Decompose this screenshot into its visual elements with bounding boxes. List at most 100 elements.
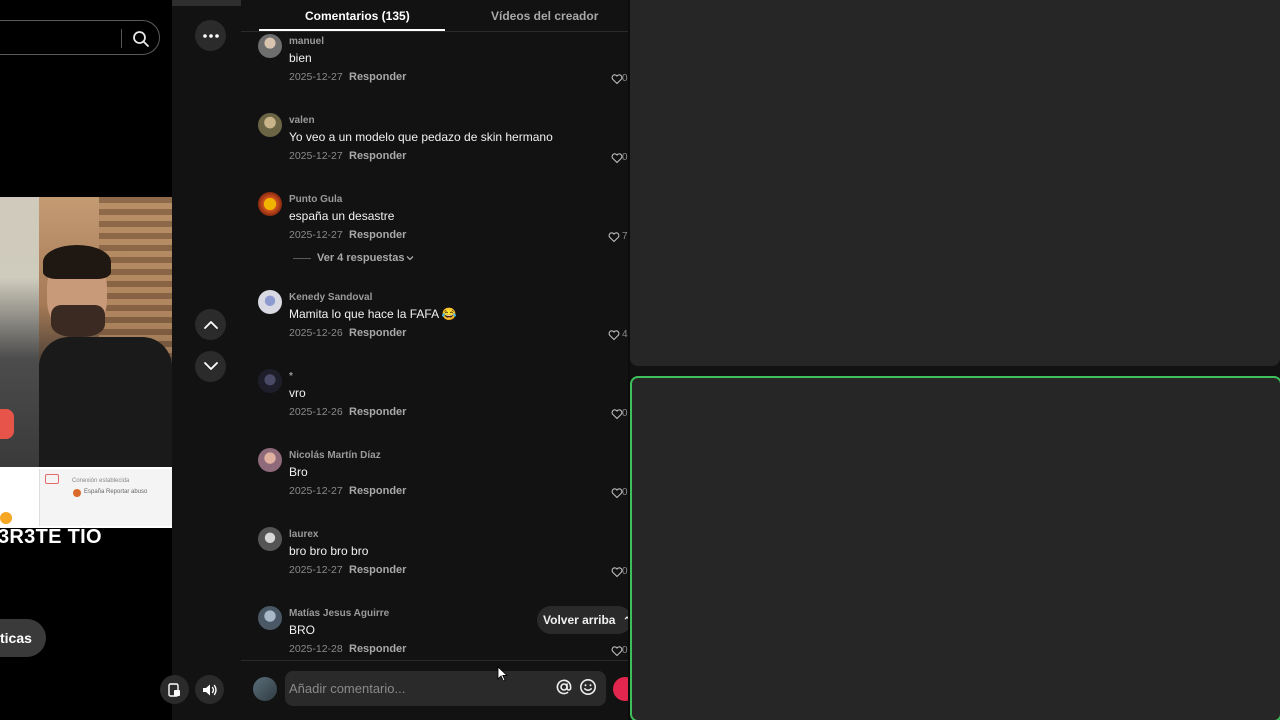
statistics-button[interactable]: ticas <box>0 619 46 657</box>
avatar[interactable] <box>258 113 282 137</box>
composer-divider <box>241 660 628 661</box>
heart-icon[interactable] <box>608 231 620 243</box>
comment-date: 2025-12-26 <box>289 406 343 418</box>
reply-button[interactable]: Responder <box>349 71 406 83</box>
avatar[interactable] <box>258 290 282 314</box>
orange-emoji <box>0 512 12 524</box>
report-text: España Reportar abuso <box>84 489 148 495</box>
streamer-torso <box>39 337 172 467</box>
mouse-cursor-icon <box>497 666 508 682</box>
comments-panel: Comentarios (135) Vídeos del creador man… <box>241 0 628 720</box>
like-count: 4 <box>622 329 628 340</box>
reply-button[interactable]: Responder <box>349 327 406 339</box>
comment-username[interactable]: valen <box>289 115 315 126</box>
back-to-top-button[interactable]: Volver arriba ⌃ <box>537 606 628 634</box>
tab-creator-videos[interactable]: Vídeos del creador <box>491 9 598 23</box>
reply-button[interactable]: Responder <box>349 643 406 655</box>
current-user-avatar <box>253 677 277 701</box>
like-count: 0 <box>622 73 628 84</box>
comment-text: bien <box>289 51 312 65</box>
video-caption: 3R3TE TÍO <box>0 526 102 548</box>
like-count: 0 <box>622 408 628 419</box>
like-count: 0 <box>622 487 628 498</box>
picture-in-picture-button[interactable] <box>160 675 189 704</box>
card-logo-icon <box>45 474 59 484</box>
video-streamer-cam <box>39 197 172 467</box>
chevron-down-icon <box>203 362 218 370</box>
comment-text: Yo veo a un modelo que pedazo de skin he… <box>289 130 553 144</box>
reply-button[interactable]: Responder <box>349 485 406 497</box>
previous-video-button[interactable] <box>195 309 226 340</box>
flag-icon <box>73 489 81 497</box>
like-count: 7 <box>622 231 628 242</box>
comment-date: 2025-12-27 <box>289 150 343 162</box>
back-to-top-label: Volver arriba <box>543 613 616 627</box>
tab-comments[interactable]: Comentarios (135) <box>305 9 410 23</box>
comment-item: valen Yo veo a un modelo que pedazo de s… <box>241 113 628 183</box>
heart-icon[interactable] <box>608 329 620 341</box>
tabs-bar: Comentarios (135) Vídeos del creador <box>241 6 628 32</box>
comment-item: * vro 2025-12-26 Responder 0 <box>241 369 628 439</box>
like-count: 0 <box>622 645 628 656</box>
comment-text: vro <box>289 386 306 400</box>
comment-date: 2025-12-27 <box>289 564 343 576</box>
pip-icon <box>168 682 180 697</box>
reply-button[interactable]: Responder <box>349 564 406 576</box>
search-input[interactable] <box>0 20 160 55</box>
avatar[interactable] <box>258 527 282 551</box>
avatar[interactable] <box>258 34 282 58</box>
emoji-icon[interactable] <box>579 678 597 696</box>
comment-item: manuel bien 2025-12-27 Responder 0 <box>241 34 628 104</box>
like-count: 0 <box>622 566 628 577</box>
comment-username[interactable]: Nicolás Martín Díaz <box>289 450 381 461</box>
more-icon <box>202 33 219 38</box>
connection-text: Conexión establecida <box>72 478 130 484</box>
volume-button[interactable] <box>195 675 224 704</box>
more-options-button[interactable] <box>195 20 226 51</box>
right-bottom-pane-focused[interactable] <box>630 376 1280 720</box>
comment-username[interactable]: * <box>289 371 293 382</box>
next-video-button[interactable] <box>195 351 226 382</box>
right-top-pane <box>630 0 1280 366</box>
comment-text: Mamita lo que hace la FAFA 😂 <box>289 307 457 321</box>
comment-item: laurex bro bro bro bro 2025-12-27 Respon… <box>241 527 628 597</box>
streamer-hair <box>43 245 111 279</box>
connection-card: Conexión establecida España Reportar abu… <box>39 469 172 526</box>
comment-username[interactable]: Matías Jesus Aguirre <box>289 608 389 619</box>
avatar[interactable] <box>258 606 282 630</box>
video-player[interactable]: Conexión establecida España Reportar abu… <box>0 197 172 528</box>
comment-username[interactable]: laurex <box>289 529 318 540</box>
video-overlay-strip: Conexión establecida España Reportar abu… <box>0 467 172 528</box>
comment-date: 2025-12-28 <box>289 643 343 655</box>
active-tab-indicator <box>259 29 445 31</box>
comment-item: Punto Gula españa un desastre 2025-12-27… <box>241 192 628 262</box>
at-mention-icon[interactable] <box>555 678 573 696</box>
reply-button[interactable]: Responder <box>349 229 406 241</box>
reply-button[interactable]: Responder <box>349 150 406 162</box>
comment-text: BRO <box>289 623 316 637</box>
like-count: 0 <box>622 152 628 163</box>
search-icon[interactable] <box>131 29 151 49</box>
app-root: Conexión establecida España Reportar abu… <box>0 0 1280 720</box>
comment-text: bro bro bro bro <box>289 544 369 558</box>
view-replies-label[interactable]: Ver 4 respuestas <box>317 252 404 264</box>
avatar[interactable] <box>258 369 282 393</box>
post-comment-button[interactable] <box>613 677 628 701</box>
comment-item: Nicolás Martín Díaz Bro 2025-12-27 Respo… <box>241 448 628 518</box>
comment-text: españa un desastre <box>289 209 395 223</box>
volume-icon <box>202 684 217 695</box>
comment-date: 2025-12-27 <box>289 71 343 83</box>
video-red-object <box>0 409 14 439</box>
comment-username[interactable]: manuel <box>289 36 324 47</box>
streamer-beard <box>51 305 105 337</box>
comment-username[interactable]: Punto Gula <box>289 194 342 205</box>
avatar[interactable] <box>258 192 282 216</box>
comment-text: Bro <box>289 465 308 479</box>
comment-date: 2025-12-27 <box>289 485 343 497</box>
comment-item: Kenedy Sandoval Mamita lo que hace la FA… <box>241 290 628 360</box>
comment-date: 2025-12-27 <box>289 229 343 241</box>
avatar[interactable] <box>258 448 282 472</box>
wall-slats <box>99 197 172 357</box>
comment-username[interactable]: Kenedy Sandoval <box>289 292 372 303</box>
reply-button[interactable]: Responder <box>349 406 406 418</box>
